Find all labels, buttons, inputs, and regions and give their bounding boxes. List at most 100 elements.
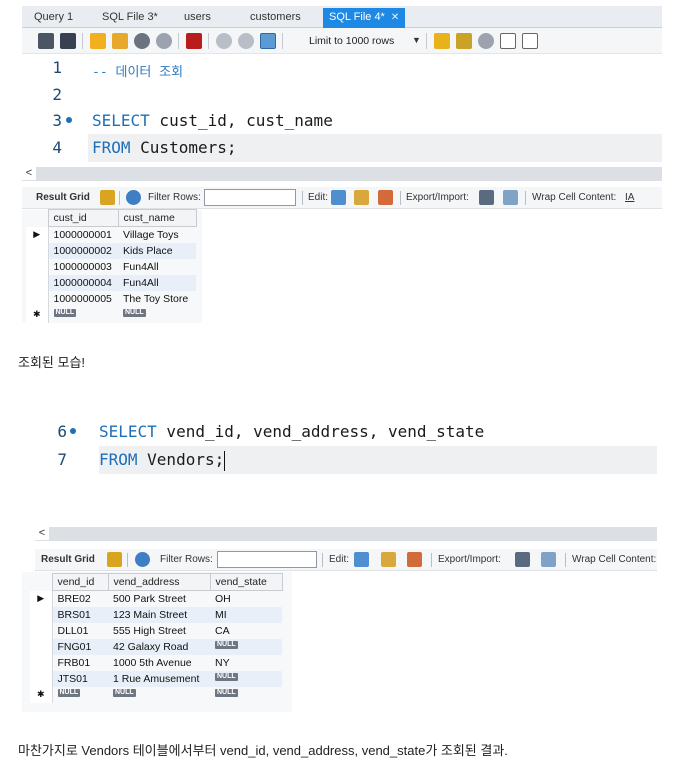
table-row[interactable]: 1000000002 Kids Place (26, 242, 196, 259)
table-row[interactable]: 1000000004 Fun4All (26, 274, 196, 291)
invisible-chars-icon[interactable] (500, 33, 516, 49)
row-gutter[interactable] (30, 622, 53, 639)
scroll-left-icon[interactable]: < (22, 166, 36, 180)
row-pointer-icon[interactable]: ▶ (30, 590, 53, 607)
import-icon[interactable] (541, 552, 556, 567)
new-row-icon[interactable]: ✱ (30, 686, 53, 703)
table-cell[interactable]: MI (210, 606, 282, 623)
grid-view-icon[interactable] (100, 190, 115, 205)
table-cell[interactable]: 42 Galaxy Road (108, 638, 210, 655)
export-icon[interactable] (479, 190, 494, 205)
table-cell[interactable]: OH (210, 591, 282, 607)
refresh-icon[interactable] (126, 190, 141, 205)
table-cell[interactable]: 555 High Street (108, 623, 210, 639)
scroll-left-icon[interactable]: < (35, 526, 49, 540)
grid-view-icon[interactable] (107, 552, 122, 567)
column-header[interactable]: cust_name (117, 209, 197, 227)
autocommit-icon[interactable] (260, 33, 276, 49)
new-row[interactable]: ✱ NULL NULL NULL (30, 686, 282, 703)
execute-current-icon[interactable] (112, 33, 128, 49)
find-icon[interactable] (478, 33, 494, 49)
table-row[interactable]: FNG01 42 Galaxy Road NULL (30, 638, 282, 655)
table-row[interactable]: JTS01 1 Rue Amusement NULL (30, 670, 282, 687)
row-gutter[interactable] (26, 258, 49, 275)
row-gutter[interactable] (30, 654, 53, 671)
table-row[interactable]: DLL01 555 High Street CA (30, 622, 282, 639)
filter-rows-input[interactable] (204, 189, 296, 206)
filter-rows-input[interactable] (217, 551, 317, 568)
row-gutter[interactable] (30, 638, 53, 655)
table-cell[interactable]: NULL (210, 687, 282, 703)
new-row[interactable]: ✱ NULL NULL (26, 306, 196, 323)
table-cell[interactable]: Fun4All (118, 274, 196, 291)
refresh-icon[interactable] (135, 552, 150, 567)
table-cell[interactable]: JTS01 (52, 670, 108, 687)
table-row[interactable]: ▶ 1000000001 Village Toys (26, 226, 196, 243)
table-cell[interactable]: NULL (48, 307, 118, 323)
result-grid-label[interactable]: Result Grid (36, 192, 90, 204)
table-cell[interactable]: Kids Place (118, 242, 196, 259)
export-icon[interactable] (515, 552, 530, 567)
column-header[interactable]: vend_address (107, 573, 211, 591)
table-row[interactable]: ▶ BRE02 500 Park Street OH (30, 590, 282, 607)
column-header[interactable]: cust_id (47, 209, 119, 227)
table-cell[interactable]: 1000000001 (48, 227, 118, 243)
table-cell[interactable]: CA (210, 623, 282, 639)
explain-icon[interactable] (134, 33, 150, 49)
table-cell[interactable]: 1000000002 (48, 242, 118, 259)
add-row-icon[interactable] (381, 552, 396, 567)
row-pointer-icon[interactable]: ▶ (26, 226, 49, 243)
column-header[interactable]: vend_id (51, 573, 109, 591)
edit-row-icon[interactable] (331, 190, 346, 205)
import-icon[interactable] (503, 190, 518, 205)
table-cell[interactable]: 1000000005 (48, 291, 118, 307)
table-row[interactable]: 1000000003 Fun4All (26, 258, 196, 275)
result-grid-label[interactable]: Result Grid (41, 554, 95, 566)
commit-icon[interactable] (216, 33, 232, 49)
execute-icon[interactable] (90, 33, 106, 49)
table-cell[interactable]: FRB01 (52, 655, 108, 671)
row-gutter[interactable] (26, 242, 49, 259)
edit-row-icon[interactable] (354, 552, 369, 567)
rollback-icon[interactable] (238, 33, 254, 49)
horizontal-scrollbar[interactable]: < (22, 166, 662, 181)
row-gutter[interactable] (30, 670, 53, 687)
tab-sql-file-3[interactable]: SQL File 3* (96, 8, 164, 28)
sql-editor[interactable]: 6 SELECT vend_id, vend_address, vend_sta… (35, 415, 657, 525)
table-cell[interactable]: NULL (108, 687, 210, 703)
table-cell[interactable]: NULL (210, 670, 282, 687)
table-cell[interactable]: Village Toys (118, 227, 196, 243)
row-gutter[interactable] (26, 290, 49, 307)
table-cell[interactable]: FNG01 (52, 638, 108, 655)
delete-row-icon[interactable] (407, 552, 422, 567)
horizontal-scrollbar[interactable]: < (35, 526, 657, 541)
table-cell[interactable]: 500 Park Street (108, 591, 210, 607)
row-gutter[interactable] (26, 274, 49, 291)
delete-row-icon[interactable] (378, 190, 393, 205)
stop-on-error-icon[interactable] (186, 33, 202, 49)
table-cell[interactable]: NULL (52, 687, 108, 703)
table-cell[interactable]: Fun4All (118, 259, 196, 275)
table-cell[interactable]: BRE02 (52, 591, 108, 607)
word-wrap-icon[interactable] (522, 33, 538, 49)
column-header[interactable]: vend_state (209, 573, 283, 591)
table-cell[interactable]: NULL (210, 638, 282, 655)
row-gutter[interactable] (30, 606, 53, 623)
table-cell[interactable]: 1000000003 (48, 259, 118, 275)
sql-editor[interactable]: 1 -- 데이터 조회 2 3 SELECT cust_id, cust_nam… (22, 54, 662, 166)
close-tab-icon[interactable]: ✕ (391, 12, 399, 23)
tab-sql-file-4[interactable]: SQL File 4* ✕ (323, 8, 406, 29)
table-cell[interactable]: DLL01 (52, 623, 108, 639)
chevron-down-icon[interactable]: ▼ (412, 35, 421, 45)
bookmark-star-icon[interactable] (434, 33, 450, 49)
table-cell[interactable]: BRS01 (52, 606, 108, 623)
table-cell[interactable]: 1000000004 (48, 274, 118, 291)
add-row-icon[interactable] (354, 190, 369, 205)
tab-query-1[interactable]: Query 1 (28, 8, 79, 28)
stop-icon[interactable] (156, 33, 172, 49)
table-row[interactable]: BRS01 123 Main Street MI (30, 606, 282, 623)
open-folder-icon[interactable] (38, 33, 54, 49)
table-cell[interactable]: NULL (118, 307, 196, 323)
wrap-cell-icon[interactable]: IA (625, 192, 634, 204)
tab-customers[interactable]: customers (244, 8, 307, 28)
